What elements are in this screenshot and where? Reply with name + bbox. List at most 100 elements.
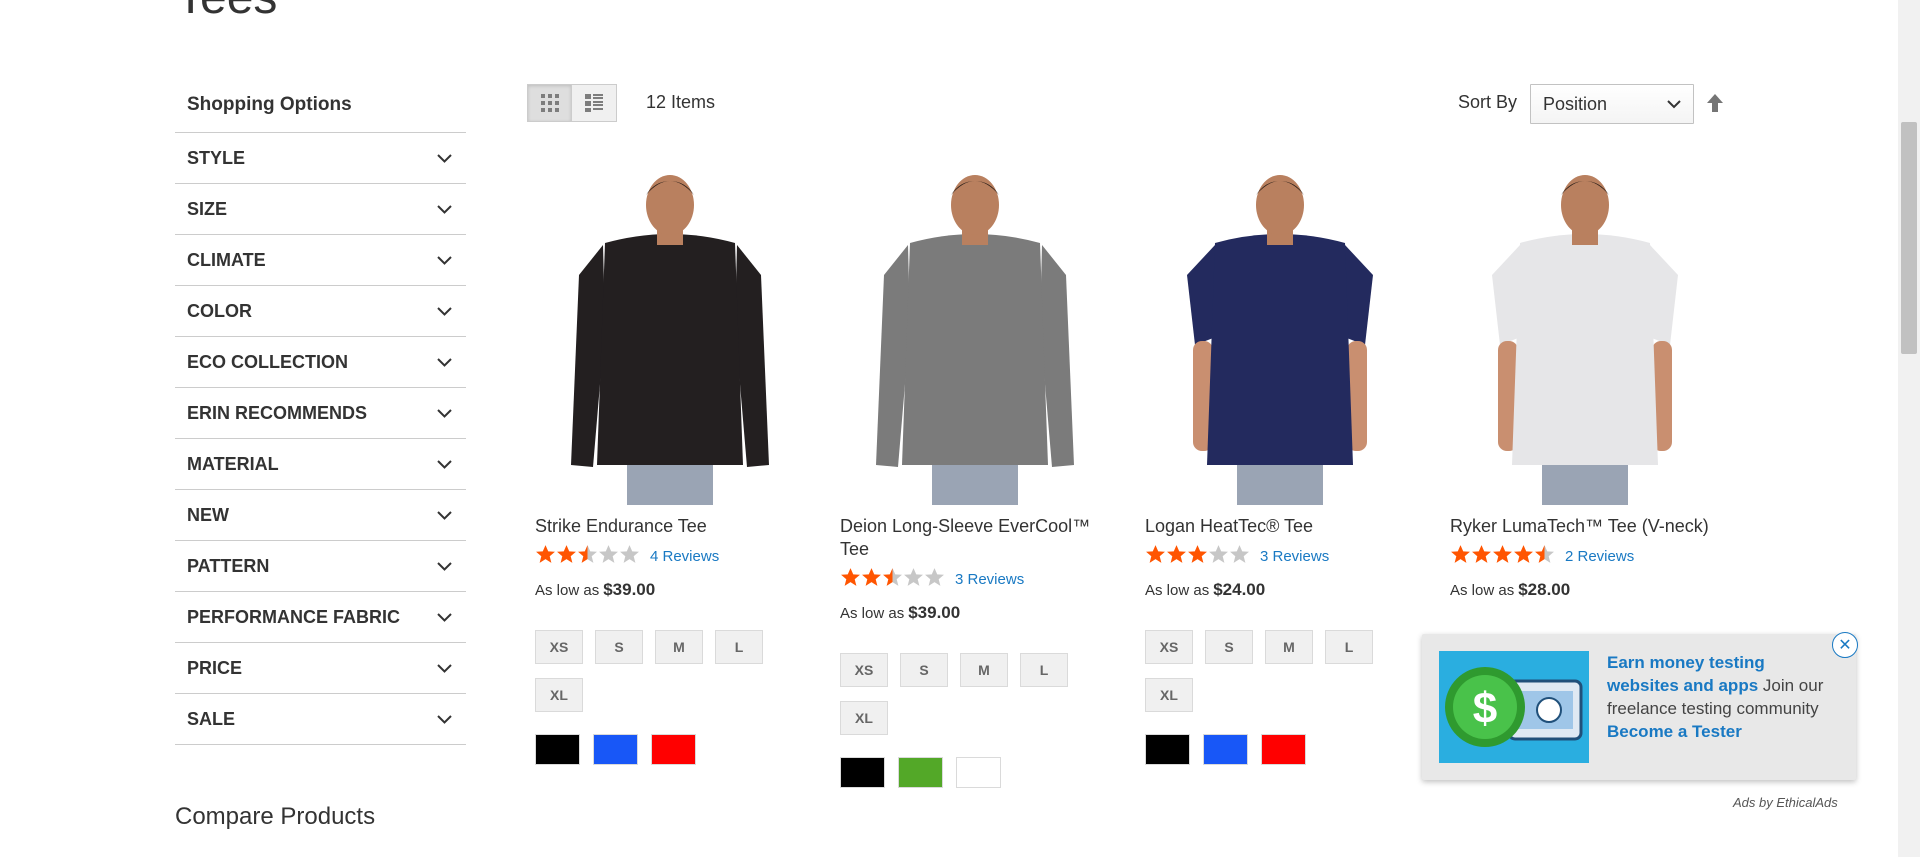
color-options <box>1145 734 1415 765</box>
sort-by-label: Sort By <box>1458 92 1518 112</box>
color-swatch[interactable] <box>1203 734 1248 765</box>
chevron-down-icon <box>436 405 452 421</box>
product-image[interactable] <box>1450 165 1720 505</box>
size-option-xl[interactable]: XL <box>535 678 583 712</box>
filter-label: MATERIAL <box>187 453 279 474</box>
filter-label: COLOR <box>187 300 252 321</box>
color-swatch[interactable] <box>956 757 1001 788</box>
size-option-xs[interactable]: XS <box>1145 630 1193 664</box>
size-option-xl[interactable]: XL <box>840 701 888 735</box>
size-option-s[interactable]: S <box>595 630 643 664</box>
items-count: 12 Items <box>646 92 716 112</box>
filter-label: PERFORMANCE FABRIC <box>187 606 401 627</box>
size-option-l[interactable]: L <box>715 630 763 664</box>
size-option-m[interactable]: M <box>655 630 703 664</box>
close-icon[interactable]: ✕ <box>1832 632 1858 658</box>
money-coin-illustration: $ <box>1439 651 1589 763</box>
filter-size[interactable]: SIZE <box>175 184 466 235</box>
size-option-l[interactable]: L <box>1020 653 1068 687</box>
product-image[interactable] <box>535 165 805 505</box>
list-view-button[interactable] <box>572 84 617 122</box>
rating-stars <box>1450 544 1555 569</box>
sort-by-select[interactable]: Position <box>1530 84 1694 124</box>
filter-eco-collection[interactable]: ECO COLLECTION <box>175 337 466 388</box>
page-title: Tees <box>176 0 277 26</box>
size-option-xl[interactable]: XL <box>1145 678 1193 712</box>
scrollbar-thumb[interactable] <box>1901 122 1917 354</box>
product-image[interactable] <box>1145 165 1415 505</box>
price-value: $39.00 <box>603 580 656 599</box>
star-icon <box>1534 544 1555 569</box>
filter-color[interactable]: COLOR <box>175 286 466 337</box>
star-icon <box>1166 544 1187 569</box>
svg-text:$: $ <box>1473 684 1497 733</box>
size-option-s[interactable]: S <box>900 653 948 687</box>
star-icon <box>1513 544 1534 569</box>
size-option-s[interactable]: S <box>1205 630 1253 664</box>
filter-label: SALE <box>187 708 236 729</box>
rating-stars <box>840 567 945 592</box>
price-label: As low as <box>840 605 905 622</box>
reviews-link[interactable]: 2 Reviews <box>1565 548 1634 565</box>
reviews-link[interactable]: 3 Reviews <box>955 571 1024 588</box>
view-mode-switcher <box>527 84 617 122</box>
product-name-link[interactable]: Ryker LumaTech™ Tee (V-neck) <box>1450 515 1715 538</box>
price-value: $24.00 <box>1213 580 1266 599</box>
color-swatch[interactable] <box>898 757 943 788</box>
filter-price[interactable]: PRICE <box>175 643 466 694</box>
filter-climate[interactable]: CLIMATE <box>175 235 466 286</box>
ads-attribution[interactable]: Ads by EthicalAds <box>1733 795 1838 810</box>
product-name-link[interactable]: Logan HeatTec® Tee <box>1145 515 1410 538</box>
star-icon <box>1187 544 1208 569</box>
product-name-link[interactable]: Deion Long-Sleeve EverCool™ Tee <box>840 515 1105 561</box>
product-price: As low as $39.00 <box>535 580 805 600</box>
filter-label: CLIMATE <box>187 249 266 270</box>
product-image[interactable] <box>840 165 1110 505</box>
size-option-xs[interactable]: XS <box>535 630 583 664</box>
price-value: $28.00 <box>1518 580 1571 599</box>
filter-erin-recommends[interactable]: ERIN RECOMMENDS <box>175 388 466 439</box>
product-name-link[interactable]: Strike Endurance Tee <box>535 515 800 538</box>
size-option-m[interactable]: M <box>1265 630 1313 664</box>
page-scrollbar[interactable] <box>1898 0 1920 857</box>
color-swatch[interactable] <box>1261 734 1306 765</box>
grid-view-button[interactable] <box>527 84 572 122</box>
color-swatch[interactable] <box>535 734 580 765</box>
color-options <box>535 734 805 765</box>
filter-material[interactable]: MATERIAL <box>175 439 466 490</box>
color-options <box>840 757 1110 788</box>
color-swatch[interactable] <box>840 757 885 788</box>
size-option-m[interactable]: M <box>960 653 1008 687</box>
ad-text: Earn money testing websites and apps Joi… <box>1607 651 1839 743</box>
filter-pattern[interactable]: PATTERN <box>175 541 466 592</box>
filter-performance-fabric[interactable]: PERFORMANCE FABRIC <box>175 592 466 643</box>
filter-style[interactable]: STYLE <box>175 133 466 184</box>
star-icon <box>840 567 861 592</box>
star-icon <box>577 544 598 569</box>
size-options: XS S M L XL <box>1145 630 1385 712</box>
star-icon <box>903 567 924 592</box>
filter-sidebar: Shopping Options STYLE SIZE CLIMATE COLOR EC… <box>175 88 466 745</box>
ad-cta-link[interactable]: Become a Tester <box>1607 722 1742 741</box>
color-swatch[interactable] <box>593 734 638 765</box>
color-swatch[interactable] <box>651 734 696 765</box>
price-label: As low as <box>1145 582 1210 599</box>
chevron-down-icon <box>436 711 452 727</box>
filter-new[interactable]: NEW <box>175 490 466 541</box>
star-icon <box>556 544 577 569</box>
ad-banner[interactable]: $ Earn money testing websites and apps J… <box>1422 632 1858 780</box>
chevron-down-icon <box>436 558 452 574</box>
size-option-l[interactable]: L <box>1325 630 1373 664</box>
filter-sale[interactable]: SALE <box>175 694 466 745</box>
price-label: As low as <box>535 582 600 599</box>
star-icon <box>535 544 556 569</box>
reviews-link[interactable]: 4 Reviews <box>650 548 719 565</box>
arrow-up-icon[interactable] <box>1706 92 1724 114</box>
ad-headline[interactable]: Earn money testing websites and apps <box>1607 653 1765 695</box>
color-swatch[interactable] <box>1145 734 1190 765</box>
rating-stars <box>535 544 640 569</box>
shopping-options-title: Shopping Options <box>175 88 466 133</box>
sort-by-value: Position <box>1543 93 1608 114</box>
size-option-xs[interactable]: XS <box>840 653 888 687</box>
reviews-link[interactable]: 3 Reviews <box>1260 548 1329 565</box>
